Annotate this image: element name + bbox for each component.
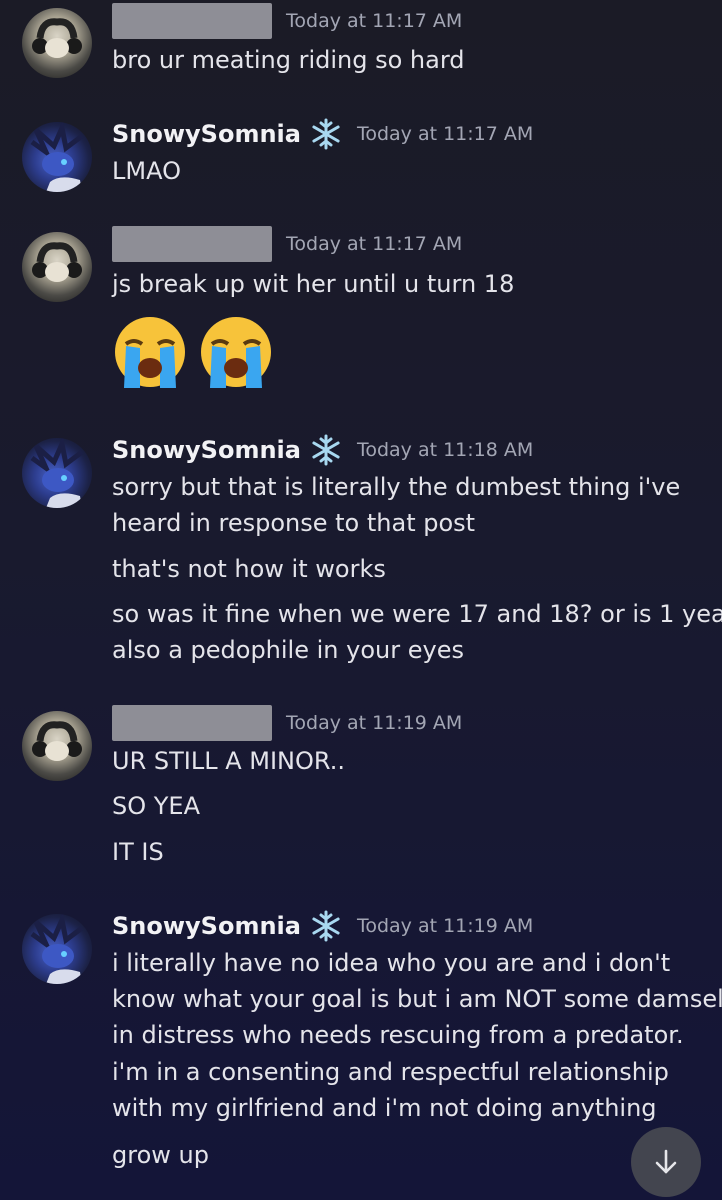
user-avatar[interactable] bbox=[22, 8, 92, 78]
user-avatar[interactable] bbox=[22, 711, 92, 781]
message-text: also a pedophile in your eyes bbox=[112, 636, 464, 664]
message-text: sorry but that is literally the dumbest … bbox=[112, 473, 681, 501]
message-text: in distress who needs rescuing from a pr… bbox=[112, 1021, 684, 1049]
snowflake-icon bbox=[312, 118, 340, 150]
timestamp: Today at 11:19 AM bbox=[356, 915, 534, 937]
message-text: with my girlfriend and i'm not doing any… bbox=[112, 1094, 657, 1122]
message-text: js break up wit her until u turn 18 bbox=[112, 270, 515, 298]
message-text: so was it fine when we were 17 and 18? o… bbox=[112, 600, 722, 628]
redacted-username bbox=[112, 705, 272, 741]
username[interactable]: SnowySomnia bbox=[112, 436, 301, 464]
loudly-crying-face-emoji bbox=[201, 317, 271, 388]
arrow-down-icon bbox=[655, 1149, 677, 1174]
user-avatar[interactable] bbox=[22, 232, 92, 302]
jump-to-present-button[interactable] bbox=[631, 1127, 701, 1197]
message-text: UR STILL A MINOR.. bbox=[112, 747, 345, 775]
message-text: bro ur meating riding so hard bbox=[112, 46, 465, 74]
username[interactable]: SnowySomnia bbox=[112, 120, 301, 148]
timestamp: Today at 11:17 AM bbox=[286, 233, 463, 255]
message-text: heard in response to that post bbox=[112, 509, 476, 537]
message-text: SO YEA bbox=[112, 792, 200, 820]
message-text: IT IS bbox=[112, 838, 164, 866]
message-text: i literally have no idea who you are and… bbox=[112, 949, 671, 977]
timestamp: Today at 11:17 AM bbox=[286, 10, 463, 32]
timestamp: Today at 11:18 AM bbox=[356, 439, 534, 461]
user-avatar[interactable] bbox=[22, 438, 92, 508]
snowflake-icon bbox=[312, 910, 340, 942]
redacted-username bbox=[112, 3, 272, 39]
snowflake-icon bbox=[312, 434, 340, 466]
user-avatar[interactable] bbox=[22, 914, 92, 984]
loudly-crying-face-emoji bbox=[115, 317, 185, 388]
message-text: that's not how it works bbox=[112, 555, 386, 583]
redacted-username bbox=[112, 226, 272, 262]
message-text: grow up bbox=[112, 1141, 209, 1169]
message-text: LMAO bbox=[112, 157, 181, 185]
message-text: i'm in a consenting and respectful relat… bbox=[112, 1058, 669, 1086]
timestamp: Today at 11:17 AM bbox=[356, 123, 534, 145]
message-text: know what your goal is but i am NOT some… bbox=[112, 985, 722, 1013]
user-avatar[interactable] bbox=[22, 122, 92, 192]
username[interactable]: SnowySomnia bbox=[112, 912, 301, 940]
timestamp: Today at 11:19 AM bbox=[286, 712, 463, 734]
